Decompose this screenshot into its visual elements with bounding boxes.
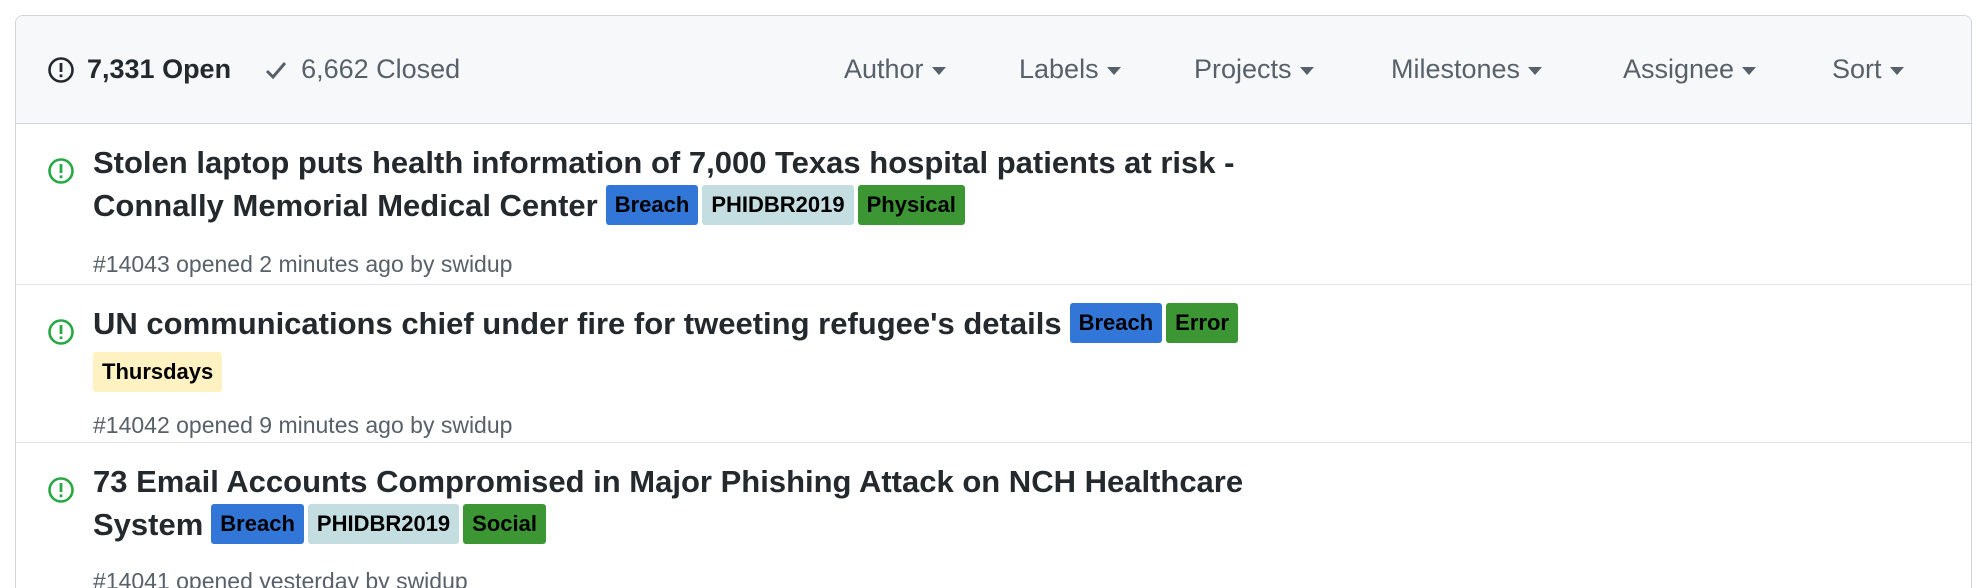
issue-title-link[interactable]: UN communications chief under fire for t… [93,306,1062,341]
issue-row: Stolen laptop puts health information of… [16,124,1971,285]
issue-title-block: Stolen laptop puts health information of… [93,141,1323,228]
issue-open-icon [47,157,75,190]
open-count-label: 7,331 Open [87,54,232,84]
issue-open-icon [47,476,75,509]
label-thursdays[interactable]: Thursdays [93,351,223,392]
issue-open-icon [47,318,75,351]
author-filter-label: Author [844,54,924,84]
label-breach[interactable]: Breach [1069,302,1163,343]
assignee-filter[interactable]: Assignee [1623,54,1757,85]
label-breach[interactable]: Breach [211,503,304,544]
chevron-down-icon [1299,67,1314,75]
projects-filter[interactable]: Projects [1194,54,1314,85]
issue-row: 73 Email Accounts Compromised in Major P… [16,443,1971,588]
labels-filter-label: Labels [1019,54,1099,84]
milestones-filter[interactable]: Milestones [1391,54,1543,85]
label-phidbr2019[interactable]: PHIDBR2019 [307,503,460,544]
chevron-down-icon [1889,67,1904,75]
label-error[interactable]: Error [1166,302,1238,343]
label-physical[interactable]: Physical [857,184,965,225]
milestones-filter-label: Milestones [1391,54,1521,84]
closed-count-label: 6,662 Closed [301,54,461,84]
projects-filter-label: Projects [1194,54,1292,84]
check-icon [265,60,287,80]
issue-meta: #14041 opened yesterday by swidup [93,568,468,588]
chevron-down-icon [1528,67,1543,75]
label-social[interactable]: Social [463,503,546,544]
state-toggle: 7,331 Open 6,662 Closed [47,54,460,85]
issue-meta: #14043 opened 2 minutes ago by swidup [93,251,513,277]
chevron-down-icon [931,67,946,75]
issue-title-block: UN communications chief under fire for t… [93,302,1323,392]
issues-box: 7,331 Open 6,662 Closed Author Labels Pr… [15,15,1972,588]
closed-issues-link[interactable]: 6,662 Closed [265,54,460,85]
sort-filter-label: Sort [1832,54,1882,84]
issues-header: 7,331 Open 6,662 Closed Author Labels Pr… [16,16,1971,124]
sort-filter[interactable]: Sort [1832,54,1904,85]
author-filter[interactable]: Author [844,54,946,85]
chevron-down-icon [1742,67,1757,75]
label-phidbr2019[interactable]: PHIDBR2019 [702,184,854,225]
issue-row: UN communications chief under fire for t… [16,285,1971,443]
issue-opened-icon [47,56,75,84]
issue-meta: #14042 opened 9 minutes ago by swidup [93,412,513,438]
open-issues-link[interactable]: 7,331 Open [47,54,231,85]
chevron-down-icon [1106,67,1121,75]
labels-filter[interactable]: Labels [1019,54,1121,85]
label-breach[interactable]: Breach [605,184,699,225]
assignee-filter-label: Assignee [1623,54,1735,84]
issue-title-block: 73 Email Accounts Compromised in Major P… [93,460,1323,547]
